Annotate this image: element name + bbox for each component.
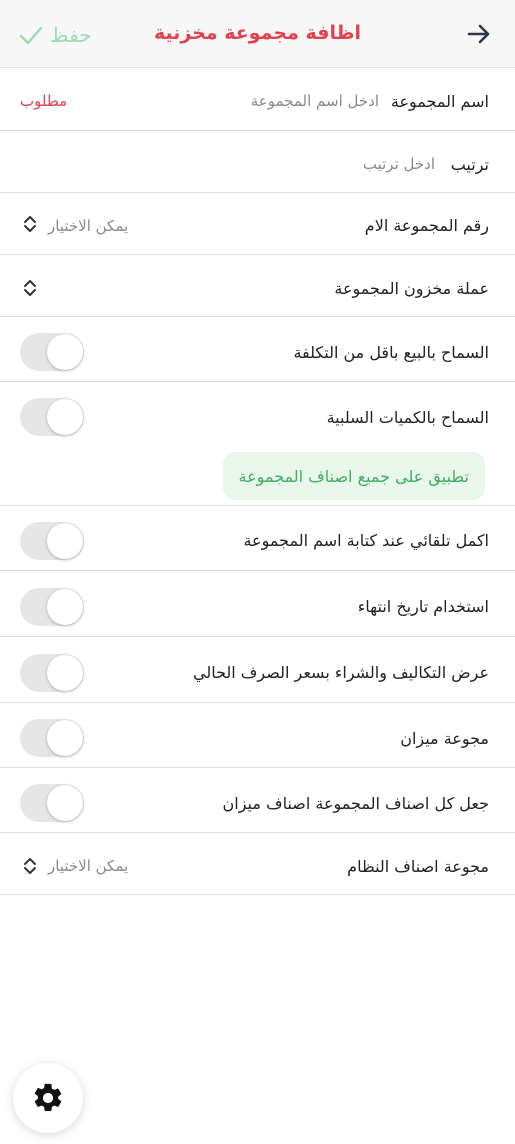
toggle-row: جعل كل اصناف المجموعة اصناف ميزان (0, 768, 515, 833)
toggle-knob (47, 523, 83, 559)
chevron-updown-icon (24, 858, 36, 874)
toggle-knob (47, 334, 83, 370)
parent-group-row[interactable]: رقم المجموعة الام يمكن الاختيار (0, 193, 515, 255)
settings-button[interactable] (13, 1063, 83, 1133)
toggle-row: استخدام تاريخ انتهاء (0, 571, 515, 637)
toggle-switch[interactable] (20, 654, 84, 692)
toggle-knob (47, 785, 83, 821)
gear-icon (34, 1083, 62, 1112)
toggle-switch[interactable] (20, 398, 84, 436)
currency-row[interactable]: عملة مخزون المجموعة (0, 255, 515, 317)
toggle-label: جعل كل اصناف المجموعة اصناف ميزان (222, 794, 490, 813)
toggle-switch[interactable] (20, 522, 84, 560)
order-row: ترتيب ادخل ترتيب (0, 131, 515, 193)
group-name-label: اسم المجموعة (390, 92, 489, 111)
order-label: ترتيب (450, 155, 489, 174)
apply-all-items-button[interactable]: تطبيق على جميع اصناف المجموعة (222, 452, 485, 500)
chevron-updown-icon (24, 216, 36, 232)
toggle-label: اكمل تلقائي عند كتابة اسم المجموعة (243, 531, 489, 550)
system-items-group-label: مجوعة اصناف النظام (347, 857, 489, 876)
group-name-row: اسم المجموعة ادخل اسم المجموعة مطلوب (0, 68, 515, 131)
system-items-group-row[interactable]: مجوعة اصناف النظام يمكن الاختيار (0, 833, 515, 895)
toggle-row: عرض التكاليف والشراء بسعر الصرف الحالي (0, 637, 515, 703)
toggle-knob (47, 720, 83, 756)
toggle-label: السماح بالبيع باقل من التكلفة (293, 343, 489, 362)
order-input[interactable]: ادخل ترتيب (363, 155, 435, 173)
toggle-knob (47, 655, 83, 691)
parent-group-select[interactable]: يمكن الاختيار (48, 217, 128, 235)
toggle-switch[interactable] (20, 784, 84, 822)
toggle-knob (47, 399, 83, 435)
required-badge: مطلوب (20, 92, 68, 110)
parent-group-label: رقم المجموعة الام (364, 216, 489, 235)
toggle-switch[interactable] (20, 719, 84, 757)
save-label: حفظ (50, 23, 92, 47)
toggle-row: السماح بالبيع باقل من التكلفة (0, 317, 515, 382)
toggle-knob (47, 589, 83, 625)
check-icon (19, 26, 43, 45)
group-name-input[interactable]: ادخل اسم المجموعة (251, 92, 379, 110)
toggle-switch[interactable] (20, 333, 84, 371)
save-button[interactable]: حفظ (18, 20, 91, 50)
toggle-label: استخدام تاريخ انتهاء (357, 597, 489, 616)
system-items-group-select[interactable]: يمكن الاختيار (48, 857, 128, 875)
app-header: اظافة مجموعة مخزنية حفظ (0, 0, 515, 68)
toggle-switch[interactable] (20, 588, 84, 626)
toggle-label: عرض التكاليف والشراء بسعر الصرف الحالي (192, 663, 489, 682)
toggle-label: مجوعة ميزان (400, 729, 489, 748)
toggle-row: مجوعة ميزان (0, 703, 515, 768)
toggle-label: السماح بالكميات السلبية (326, 408, 489, 427)
chevron-updown-icon (24, 280, 36, 296)
currency-label: عملة مخزون المجموعة (334, 279, 489, 298)
toggle-row: اكمل تلقائي عند كتابة اسم المجموعة (0, 506, 515, 571)
